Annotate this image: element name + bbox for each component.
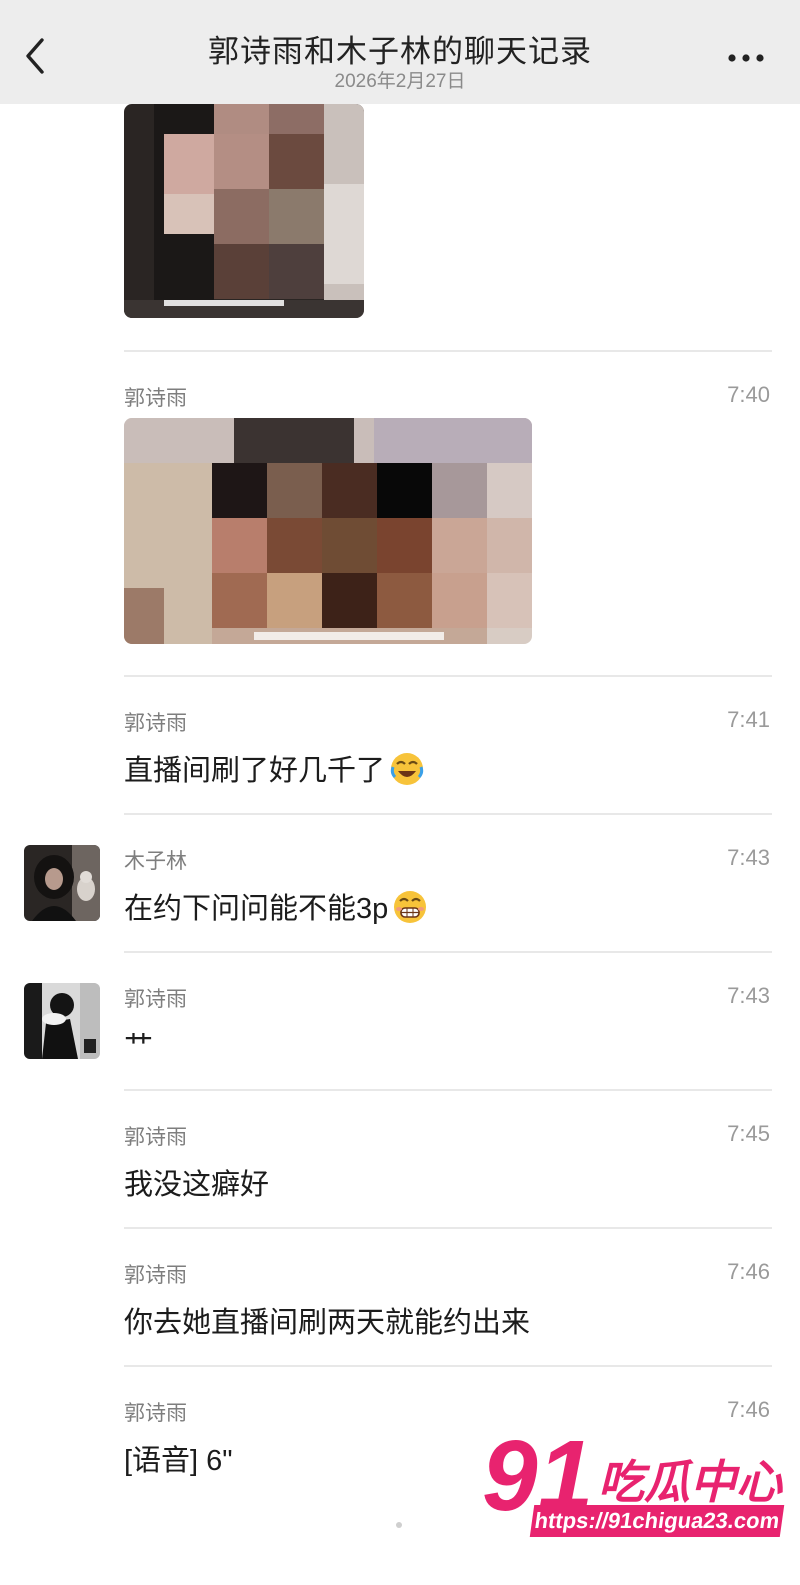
- image-message-pixelated[interactable]: [124, 418, 532, 644]
- message-time: 7:43: [727, 983, 770, 1008]
- message-item: 郭诗雨 7:40: [0, 350, 800, 675]
- sender-name: 郭诗雨: [124, 1402, 187, 1425]
- message-item: 郭诗雨 7:41 直播间刷了好几千了: [0, 675, 800, 813]
- sender-name: 木子林: [124, 850, 187, 873]
- avatar[interactable]: [24, 983, 100, 1059]
- message-text-content: 直播间刷了好几千了: [124, 755, 386, 787]
- sender-name: 郭诗雨: [124, 988, 187, 1011]
- message-item: 木子林 7:43 在约下问问能不能3p: [0, 813, 800, 951]
- message-item: 郭诗雨 7:46 你去她直播间刷两天就能约出来: [0, 1227, 800, 1365]
- message-text: 在约下问问能不能3p: [124, 885, 428, 933]
- watermark-url: https://91chigua23.com: [529, 1505, 785, 1537]
- message-time: 7:41: [727, 707, 770, 732]
- chat-date: 2026年2月27日: [334, 71, 466, 92]
- crying-laughing-emoji-icon: [389, 751, 425, 795]
- pixelated-photo: [124, 104, 364, 318]
- watermark-logo: 91 吃瓜中心: [478, 1418, 784, 1568]
- message-item: 郭诗雨 7:45 我没这癖好: [0, 1089, 800, 1227]
- chat-history-header: 郭诗雨和木子林的聊天记录 2026年2月27日: [0, 0, 800, 104]
- watermark-brand-text: 吃瓜中心: [598, 1455, 783, 1509]
- sender-name: 郭诗雨: [124, 1126, 187, 1149]
- avatar[interactable]: [24, 845, 100, 921]
- image-message-pixelated[interactable]: [124, 104, 364, 318]
- scroll-indicator-dot: [396, 1522, 402, 1528]
- message-time: 7:40: [727, 382, 770, 407]
- message-text: 你去她直播间刷两天就能约出来: [124, 1307, 531, 1339]
- more-dots-icon: [728, 54, 764, 62]
- message-text: 直播间刷了好几千了: [124, 747, 425, 795]
- pixelated-photo: [124, 418, 532, 644]
- message-text: 我没这癖好: [124, 1169, 270, 1201]
- avatar-photo: [24, 983, 100, 1059]
- message-time: 7:45: [727, 1121, 770, 1146]
- sender-name: 郭诗雨: [124, 1264, 187, 1287]
- message-text-content: 在约下问问能不能3p: [124, 893, 389, 925]
- more-options-button[interactable]: [726, 48, 770, 68]
- message-time: 7:43: [727, 845, 770, 870]
- grimacing-emoji-icon: [392, 889, 428, 933]
- message-list[interactable]: 郭诗雨 7:40 郭诗雨 7:41 直播间刷了好几千了 木子林 7:43 在约下…: [0, 104, 800, 1585]
- voice-message[interactable]: [语音] 6": [124, 1437, 233, 1479]
- sender-name: 郭诗雨: [124, 712, 187, 735]
- avatar-photo: [24, 845, 100, 921]
- message-text: 艹: [124, 1031, 154, 1063]
- message-time: 7:46: [727, 1259, 770, 1284]
- page-title: 郭诗雨和木子林的聊天记录: [208, 34, 592, 69]
- sender-name: 郭诗雨: [124, 387, 187, 410]
- message-item: 郭诗雨 7:43 艹: [0, 951, 800, 1089]
